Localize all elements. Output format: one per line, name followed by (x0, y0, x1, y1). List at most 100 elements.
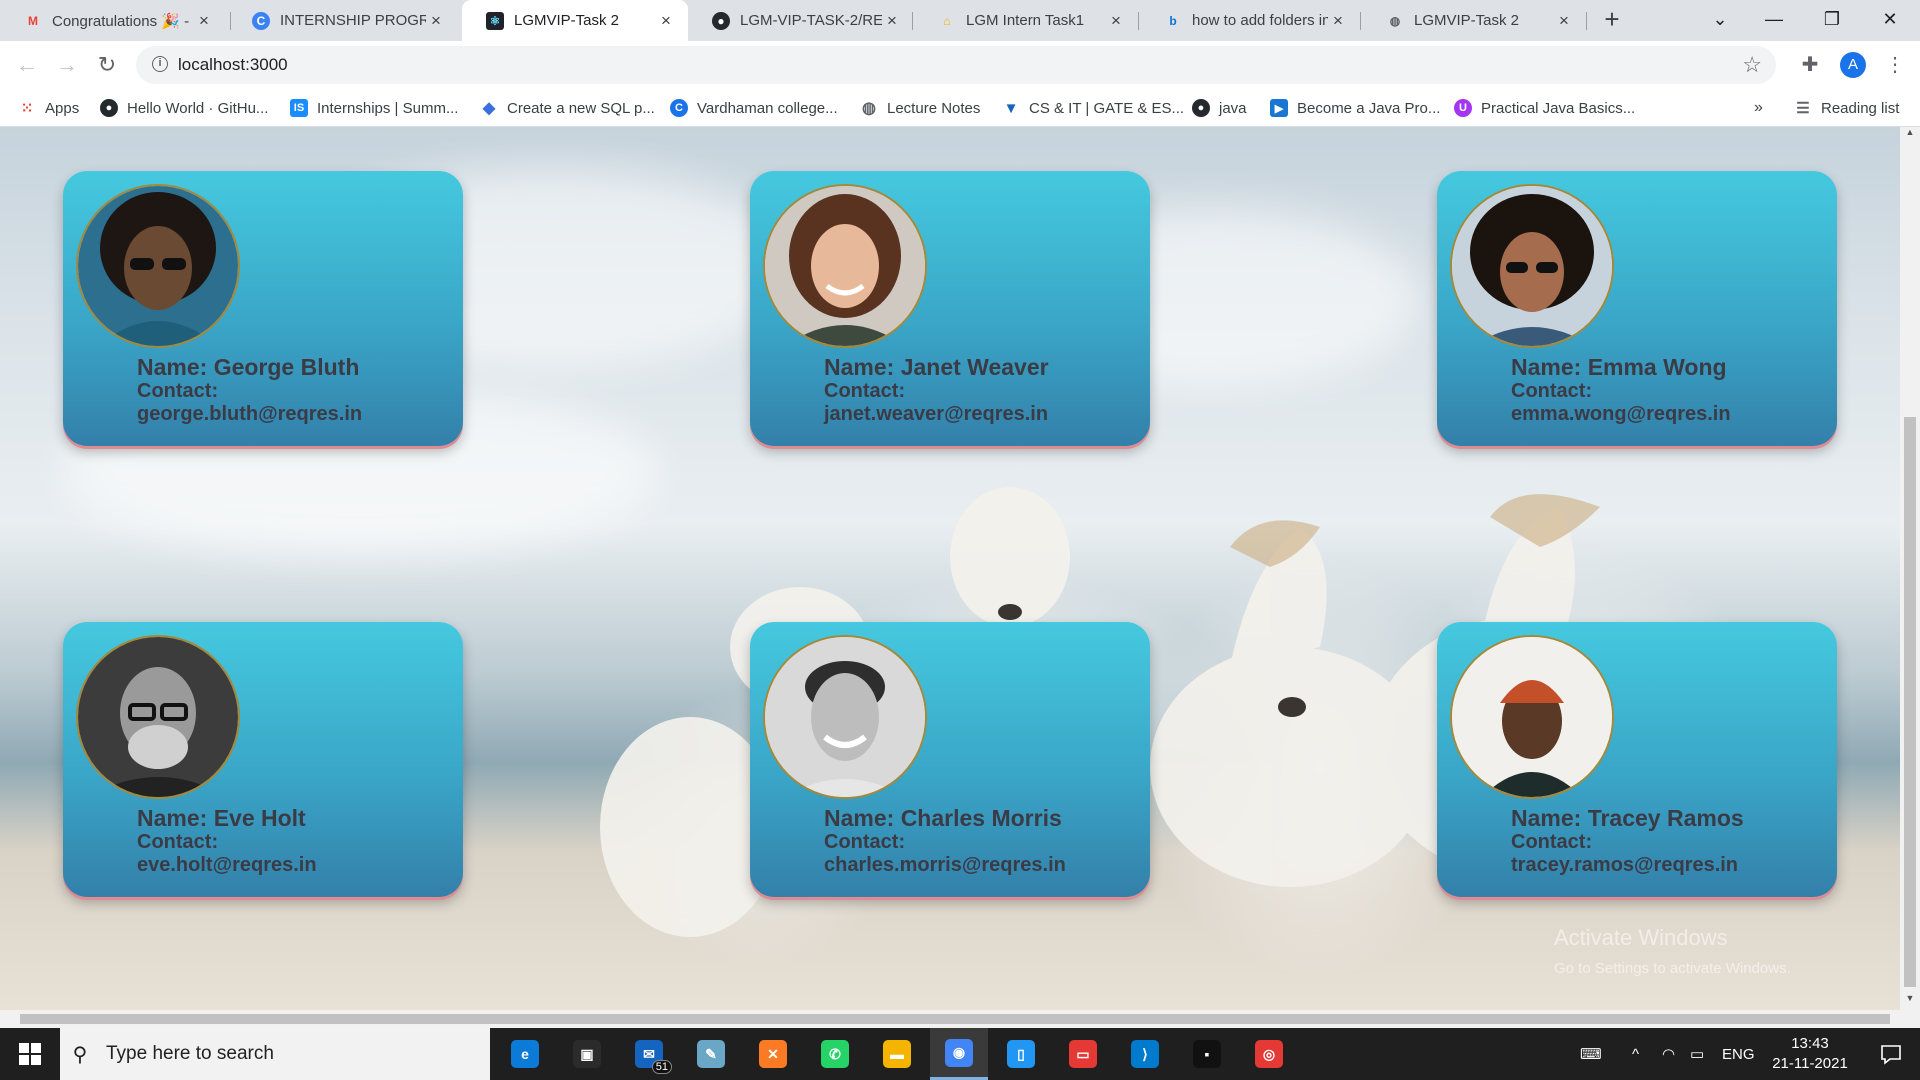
close-window-button[interactable]: ✕ (1862, 0, 1918, 41)
bookmark-apps[interactable]: ⁙ Apps (18, 97, 80, 119)
address-bar[interactable]: i localhost:3000 ☆ (136, 46, 1776, 84)
bookmark-star-icon[interactable]: ☆ (1742, 52, 1762, 78)
url-text[interactable]: localhost:3000 (178, 55, 288, 75)
taskbar-app-edge[interactable]: e (496, 1028, 554, 1080)
edge-c-icon: C (252, 11, 270, 30)
bookmark-vardhaman[interactable]: C Vardhaman college... (670, 97, 838, 119)
tab-bing-search[interactable]: b how to add folders in × (1140, 0, 1360, 41)
bing-icon: b (1169, 13, 1177, 28)
tab-lgmvip-active[interactable]: ⚛ LGMVIP-Task 2 × (462, 0, 688, 41)
close-icon[interactable]: × (194, 11, 214, 31)
back-button[interactable]: ← (12, 50, 42, 80)
bookmark-label: Lecture Notes (887, 99, 981, 117)
minimize-button[interactable]: — (1746, 0, 1802, 41)
profile-avatar[interactable]: A (1840, 52, 1866, 78)
page-content: Name: George Bluth Contact: george.bluth… (0, 127, 1920, 1010)
tab-lgmvip-2[interactable]: ◍ LGMVIP-Task 2 × (1362, 0, 1586, 41)
tab-title: INTERNSHIP PROGRA (280, 12, 426, 29)
close-icon[interactable]: × (1106, 11, 1126, 31)
user-email: tracey.ramos@reqres.in (1511, 854, 1739, 876)
activate-windows-subtitle: Go to Settings to activate Windows. (1554, 960, 1791, 977)
scrollbar-thumb[interactable] (20, 1014, 1890, 1024)
user-avatar (763, 184, 927, 348)
taskbar-app-vscode[interactable]: ⟩ (1116, 1028, 1174, 1080)
horizontal-scrollbar[interactable] (0, 1010, 1920, 1028)
user-name: Name: Eve Holt (137, 805, 306, 831)
github-icon: ● (100, 99, 118, 117)
activate-windows-title: Activate Windows (1554, 925, 1728, 950)
bookmark-practical-java[interactable]: U Practical Java Basics... (1454, 97, 1635, 119)
taskbar-app-document[interactable]: ▯ (992, 1028, 1050, 1080)
reading-list-button[interactable]: ☰ Reading list (1794, 97, 1899, 119)
taskbar-app-slides[interactable]: ▭ (1054, 1028, 1112, 1080)
bookmark-java-pro[interactable]: ▶ Become a Java Pro... (1270, 97, 1440, 119)
tab-internship[interactable]: C INTERNSHIP PROGRA × (228, 0, 458, 41)
bookmark-sql[interactable]: ◆ Create a new SQL p... (480, 97, 655, 119)
start-button[interactable] (0, 1028, 60, 1080)
user-card: Name: Charles Morris Contact: charles.mo… (750, 622, 1150, 897)
more-bookmarks-button[interactable]: » (1754, 97, 1763, 119)
touch-keyboard-icon[interactable]: ⌨ (1580, 1028, 1602, 1080)
close-icon[interactable]: × (882, 11, 902, 31)
contact-label: Contact: (137, 831, 219, 853)
notes-icon: ✎ (697, 1040, 725, 1068)
restore-button[interactable]: ❐ (1804, 0, 1860, 41)
college-c-icon: C (670, 99, 688, 117)
user-avatar (1450, 184, 1614, 348)
bookmark-label: Practical Java Basics... (1481, 99, 1636, 117)
apps-grid-icon: ⁙ (20, 100, 34, 117)
menu-kebab-icon[interactable]: ⋮ (1880, 50, 1910, 80)
clock-date: 21-11-2021 (1772, 1055, 1848, 1072)
tab-github-repo[interactable]: ● LGM-VIP-TASK-2/REA × (688, 0, 914, 41)
bookmark-lecture-notes[interactable]: ◍ Lecture Notes (860, 97, 980, 119)
bookmark-gate[interactable]: ▼ CS & IT | GATE & ES... (1002, 97, 1184, 119)
taskbar-app-chrome[interactable]: ◉ (930, 1028, 988, 1080)
bookmark-internships[interactable]: IS Internships | Summ... (290, 97, 458, 119)
new-tab-button[interactable]: + (1598, 6, 1626, 34)
user-avatar (1450, 635, 1614, 799)
show-hidden-icons-icon[interactable]: ^ (1632, 1028, 1639, 1080)
scroll-up-arrow-icon[interactable]: ▲ (1900, 127, 1920, 143)
extensions-icon[interactable]: ✚ (1795, 50, 1825, 80)
tab-lgm-task1[interactable]: ⌂ LGM Intern Task1 × (914, 0, 1138, 41)
close-icon[interactable]: × (656, 11, 676, 31)
taskbar-app-xampp[interactable]: ✕ (744, 1028, 802, 1080)
bookmark-hello-world[interactable]: ● Hello World · GitHu... (100, 97, 268, 119)
recorder-icon: ◎ (1255, 1040, 1283, 1068)
close-icon[interactable]: × (1328, 11, 1348, 31)
user-email: george.bluth@reqres.in (137, 403, 363, 425)
site-info-icon[interactable]: i (152, 56, 168, 72)
close-icon[interactable]: × (1554, 11, 1574, 31)
taskbar-app-recorder[interactable]: ◎ (1240, 1028, 1298, 1080)
taskbar-app-whatsapp[interactable]: ✆ (806, 1028, 864, 1080)
language-indicator[interactable]: ENG (1722, 1028, 1755, 1080)
scrollbar-thumb[interactable] (1904, 417, 1916, 987)
file-explorer-icon: ▬ (883, 1040, 911, 1068)
scroll-down-arrow-icon[interactable]: ▼ (1900, 993, 1920, 1009)
gate-icon: ▼ (1003, 99, 1019, 117)
tab-title: LGM-VIP-TASK-2/REA (740, 12, 882, 29)
taskbar-app-store[interactable]: ▣ (558, 1028, 616, 1080)
reload-button[interactable]: ↻ (92, 50, 122, 80)
vscode-icon: ⟩ (1131, 1040, 1159, 1068)
forward-button[interactable]: → (52, 50, 82, 80)
sql-diamond-icon: ◆ (482, 100, 496, 117)
tab-search-button[interactable]: ⌄ (1692, 0, 1748, 41)
notification-center-button[interactable] (1862, 1028, 1920, 1080)
taskbar-app-terminal[interactable]: ▪ (1178, 1028, 1236, 1080)
battery-icon[interactable]: ▭ (1690, 1028, 1704, 1080)
taskbar-search-box[interactable]: ⚲ Type here to search (60, 1028, 490, 1080)
gmail-icon: M (28, 13, 38, 28)
bookmark-java[interactable]: ● java (1192, 97, 1247, 119)
system-clock[interactable]: 13:43 21-11-2021 (1760, 1034, 1860, 1074)
taskbar-app-file-explorer[interactable]: ▬ (868, 1028, 926, 1080)
user-email: janet.weaver@reqres.in (824, 403, 1049, 425)
vertical-scrollbar[interactable]: ▲ ▼ (1900, 127, 1920, 1010)
taskbar-app-mail[interactable]: ✉ 51 (620, 1028, 678, 1080)
taskbar-app-notes[interactable]: ✎ (682, 1028, 740, 1080)
network-icon[interactable]: ◠ (1662, 1028, 1675, 1080)
bookmark-label: java (1219, 99, 1247, 117)
close-icon[interactable]: × (426, 11, 446, 31)
tab-gmail[interactable]: M Congratulations 🎉 - × (0, 0, 226, 41)
contact-label: Contact: (824, 831, 906, 853)
